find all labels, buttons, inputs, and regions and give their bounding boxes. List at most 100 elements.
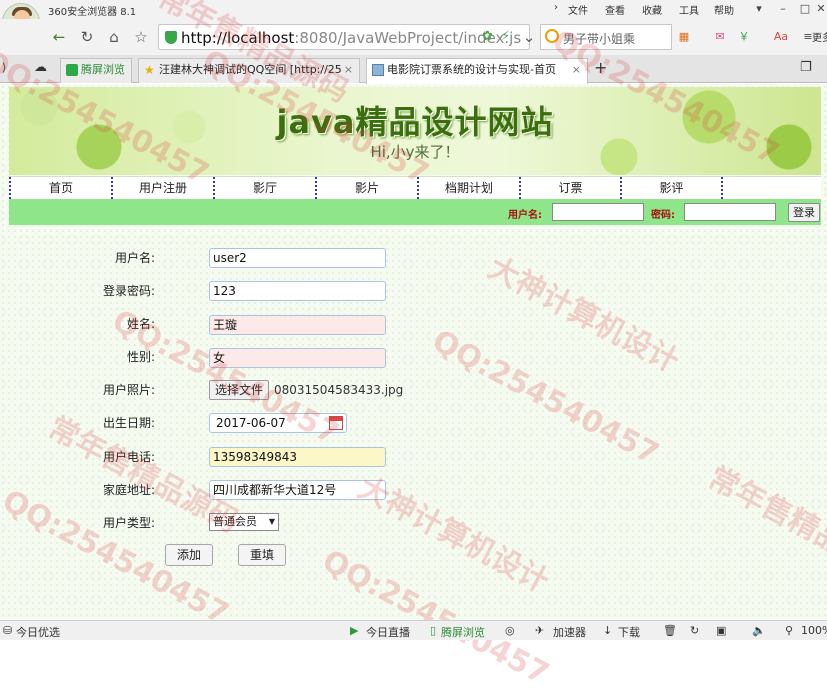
nav-reviews[interactable]: 影评 xyxy=(620,177,721,199)
more-label[interactable]: 更多 xyxy=(812,29,827,44)
nav-home[interactable]: 首页 xyxy=(9,177,111,199)
site-nav: 首页 用户注册 影厅 影片 档期计划 订票 影评 xyxy=(9,176,821,199)
login-password-label: 密码: xyxy=(651,210,675,221)
today-picks-icon[interactable]: ⛁ xyxy=(3,624,12,637)
money-icon[interactable]: ￥ xyxy=(736,29,752,45)
trash-icon[interactable]: 🗑 xyxy=(663,624,677,637)
address-bar[interactable]: http://localhost:8080/JavaWebProject/ind… xyxy=(158,24,530,50)
layout-icon[interactable]: ▣ xyxy=(716,624,726,637)
screen-status-icon[interactable]: ▯ xyxy=(430,624,436,637)
search-input-text: 男子带小姐乘 xyxy=(563,32,636,46)
menu-favorites[interactable]: 收藏 xyxy=(642,2,662,17)
birthday-value: 2017-06-07 xyxy=(216,416,286,430)
cloud-icon[interactable]: ☁ xyxy=(34,60,47,75)
live-icon[interactable]: ▶ xyxy=(350,624,358,637)
menu-file[interactable]: 文件 xyxy=(568,2,588,17)
login-bar: 用户名: 密码: 登录 xyxy=(9,199,821,225)
site-banner: java精品设计网站 Hi,小y来了！ xyxy=(9,87,821,175)
tab-strip: ⟩ ☁ 腾屏浏览 ★ 汪建林大神调试的QQ空间 [http://25 × 电影院… xyxy=(0,55,827,84)
tab-list-icon[interactable]: ❐ xyxy=(800,60,812,75)
download[interactable]: 下载 xyxy=(618,624,640,640)
today-picks[interactable]: 今日优选 xyxy=(16,624,60,640)
menu-tools[interactable]: 工具 xyxy=(679,2,699,17)
birthday-label: 出生日期: xyxy=(102,416,155,430)
photo-filename: 08031504583433.jpg xyxy=(274,383,404,397)
gender-input[interactable]: 女 xyxy=(209,348,386,368)
chevron-right-icon[interactable]: › xyxy=(554,2,558,13)
tab-screen-browse[interactable]: 腾屏浏览 xyxy=(60,58,132,83)
user-type-value: 普通会员 xyxy=(213,515,257,528)
menu-help[interactable]: 帮助 xyxy=(714,2,734,17)
choose-file-button[interactable]: 选择文件 xyxy=(209,380,269,400)
user-type-label: 用户类型: xyxy=(102,516,155,530)
zoom-level[interactable]: 100% xyxy=(801,624,827,637)
add-button[interactable]: 添加 xyxy=(165,544,213,566)
nav-halls[interactable]: 影厅 xyxy=(213,177,315,199)
chevron-down-icon[interactable]: ⌄ xyxy=(518,26,540,48)
new-tab-icon[interactable]: + xyxy=(594,58,607,77)
nav-movies[interactable]: 影片 xyxy=(315,177,417,199)
minimize-icon[interactable]: – xyxy=(772,0,794,17)
star-icon[interactable]: ☆ xyxy=(130,26,152,48)
nav-schedule[interactable]: 档期计划 xyxy=(417,177,519,199)
sidebar-toggle-icon[interactable]: ⟩ xyxy=(2,61,6,74)
name-input[interactable]: 王璇 xyxy=(209,315,386,335)
search-input[interactable]: 男子带小姐乘 xyxy=(540,24,672,50)
username-label: 用户名: xyxy=(114,251,155,265)
search-engine-icon xyxy=(545,29,559,43)
sound-icon[interactable]: 🔈 xyxy=(752,624,766,637)
tab-qq-zone[interactable]: ★ 汪建林大神调试的QQ空间 [http://25 × xyxy=(138,58,360,83)
login-username-input[interactable] xyxy=(552,203,644,221)
screen-icon xyxy=(66,64,78,76)
reload-icon[interactable]: ↻ xyxy=(690,624,699,637)
page-favicon-icon xyxy=(372,64,384,76)
username-input[interactable]: user2 xyxy=(209,248,386,268)
page-content: java精品设计网站 Hi,小y来了！ 首页 用户注册 影厅 影片 档期计划 订… xyxy=(0,84,827,620)
login-button[interactable]: 登录 xyxy=(788,203,820,222)
skin-icon[interactable]: ▾ xyxy=(748,0,770,17)
screen-browse-status[interactable]: 腾屏浏览 xyxy=(441,624,485,640)
reset-button[interactable]: 重填 xyxy=(238,544,286,566)
dropdown-arrow-icon: ▼ xyxy=(268,517,275,526)
user-type-select[interactable]: 普通会员 ▼ xyxy=(209,513,279,531)
nav-booking[interactable]: 订票 xyxy=(519,177,620,199)
login-username-label: 用户名: xyxy=(508,210,542,221)
address-url[interactable]: http://localhost:8080/JavaWebProject/ind… xyxy=(181,29,521,47)
tab-close-icon[interactable]: × xyxy=(344,59,353,81)
nav-register[interactable]: 用户注册 xyxy=(111,177,213,199)
address-input[interactable]: 四川成都新华大道12号 xyxy=(209,480,386,500)
browser-title-bar: 360安全浏览器 8.1 文件 查看 收藏 工具 帮助 › ▾ – □ ✕ xyxy=(0,0,827,19)
menu-view[interactable]: 查看 xyxy=(605,2,625,17)
site-subtitle: Hi,小y来了！ xyxy=(370,143,460,161)
speed-mode-icon[interactable]: ⚡ xyxy=(501,29,510,44)
phone-label: 用户电话: xyxy=(102,450,155,464)
mail-icon[interactable]: ✉ xyxy=(712,29,728,45)
password-input[interactable]: 123 xyxy=(209,281,386,301)
refresh-icon[interactable]: ↻ xyxy=(76,26,98,48)
home-icon[interactable]: ⌂ xyxy=(103,26,125,48)
download-icon[interactable]: ↓ xyxy=(603,624,612,637)
translate-icon[interactable]: Aa xyxy=(773,29,789,45)
phone-input[interactable]: 13598349843 xyxy=(209,447,386,467)
apps-grid-icon[interactable]: ▦ xyxy=(676,29,692,45)
rocket-icon[interactable]: ✈ xyxy=(535,624,544,637)
address-label: 家庭地址: xyxy=(102,483,155,497)
compat-mode-icon[interactable]: ✿ xyxy=(482,29,493,44)
back-icon[interactable]: ← xyxy=(48,26,70,48)
accelerator[interactable]: 加速器 xyxy=(553,624,586,640)
gender-label: 性别: xyxy=(126,350,155,364)
password-label: 登录密码: xyxy=(102,284,155,298)
photo-label: 用户照片: xyxy=(102,383,155,397)
tab-cinema-home[interactable]: 电影院订票系统的设计与实现-首页 × xyxy=(366,58,588,84)
address-toolbar: ← ↻ ⌂ ☆ http://localhost:8080/JavaWebPro… xyxy=(0,19,827,55)
tab-close-icon[interactable]: × xyxy=(572,59,581,81)
today-live[interactable]: 今日直播 xyxy=(366,624,410,640)
birthday-input[interactable]: 2017-06-07 xyxy=(209,413,347,433)
secure-shield-icon xyxy=(165,31,177,44)
speed-dial-icon[interactable]: ◎ xyxy=(505,624,515,637)
calendar-icon[interactable] xyxy=(329,416,343,430)
login-password-input[interactable] xyxy=(684,203,776,221)
close-icon[interactable]: ✕ xyxy=(810,0,827,17)
zoom-icon[interactable]: ⚲ xyxy=(785,624,793,637)
name-label: 姓名: xyxy=(126,317,155,331)
